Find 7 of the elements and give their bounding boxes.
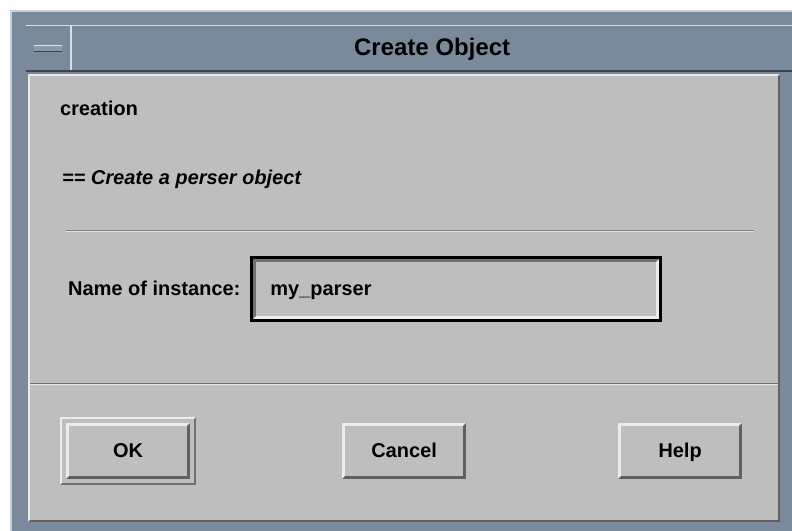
field-label: Name of instance:	[68, 278, 240, 300]
dialog-button[interactable]: OK	[60, 417, 196, 485]
instance-name-field[interactable]: my_parser	[250, 256, 662, 322]
description-text: == Create a perser object	[62, 167, 303, 190]
window-title: Create Object	[352, 33, 512, 63]
menu-icon	[34, 44, 62, 52]
heading-label: creation	[60, 98, 139, 121]
